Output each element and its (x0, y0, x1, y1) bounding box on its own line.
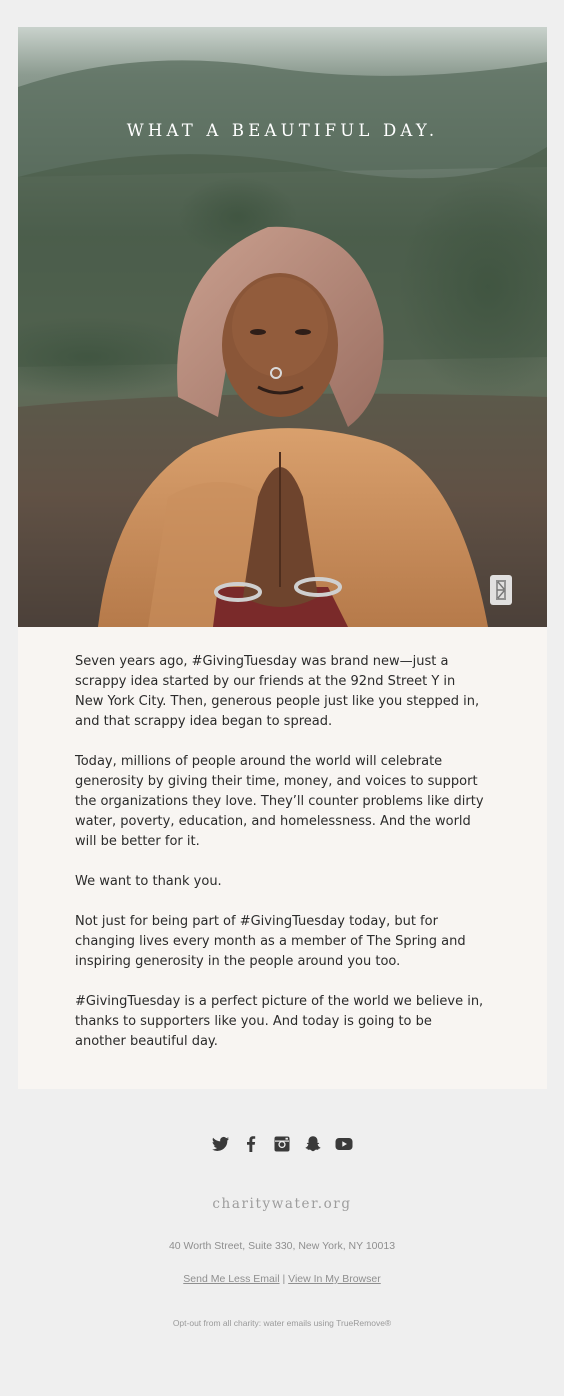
optout-text[interactable]: Opt-out from all charity: water emails u… (0, 1318, 564, 1328)
social-links (0, 1134, 564, 1156)
message-paragraph: Seven years ago, #GivingTuesday was bran… (75, 654, 480, 729)
message-paragraph: We want to thank you. (75, 874, 222, 889)
hero-photo (18, 27, 547, 627)
message-paragraph: #GivingTuesday is a perfect picture of t… (75, 994, 484, 1049)
mailing-address: 40 Worth Street, Suite 330, New York, NY… (168, 1240, 396, 1252)
youtube-icon[interactable] (334, 1134, 354, 1154)
hero-title: WHAT A BEAUTIFUL DAY. (126, 121, 439, 140)
message-paragraph: Today, millions of people around the wor… (75, 754, 484, 849)
brand-link[interactable]: charitywater.org (0, 1196, 564, 1212)
footer-links: Send Me Less Email | View In My Browser (0, 1273, 564, 1285)
email-container: WHAT A BEAUTIFUL DAY. Seven years ago, #… (0, 0, 564, 1396)
message-body: Seven years ago, #GivingTuesday was bran… (75, 652, 485, 1072)
facebook-icon[interactable] (241, 1134, 261, 1154)
charity-water-jerrycan-icon (490, 575, 512, 605)
instagram-icon[interactable] (272, 1134, 292, 1154)
view-in-browser-link[interactable]: View In My Browser (288, 1273, 381, 1285)
message-card: Seven years ago, #GivingTuesday was bran… (18, 627, 547, 1089)
send-less-email-link[interactable]: Send Me Less Email (183, 1273, 279, 1285)
hero-image: WHAT A BEAUTIFUL DAY. (18, 27, 547, 627)
twitter-icon[interactable] (210, 1134, 230, 1154)
link-separator: | (282, 1273, 286, 1285)
snapchat-icon[interactable] (303, 1134, 323, 1154)
message-paragraph: Not just for being part of #GivingTuesda… (75, 914, 466, 969)
